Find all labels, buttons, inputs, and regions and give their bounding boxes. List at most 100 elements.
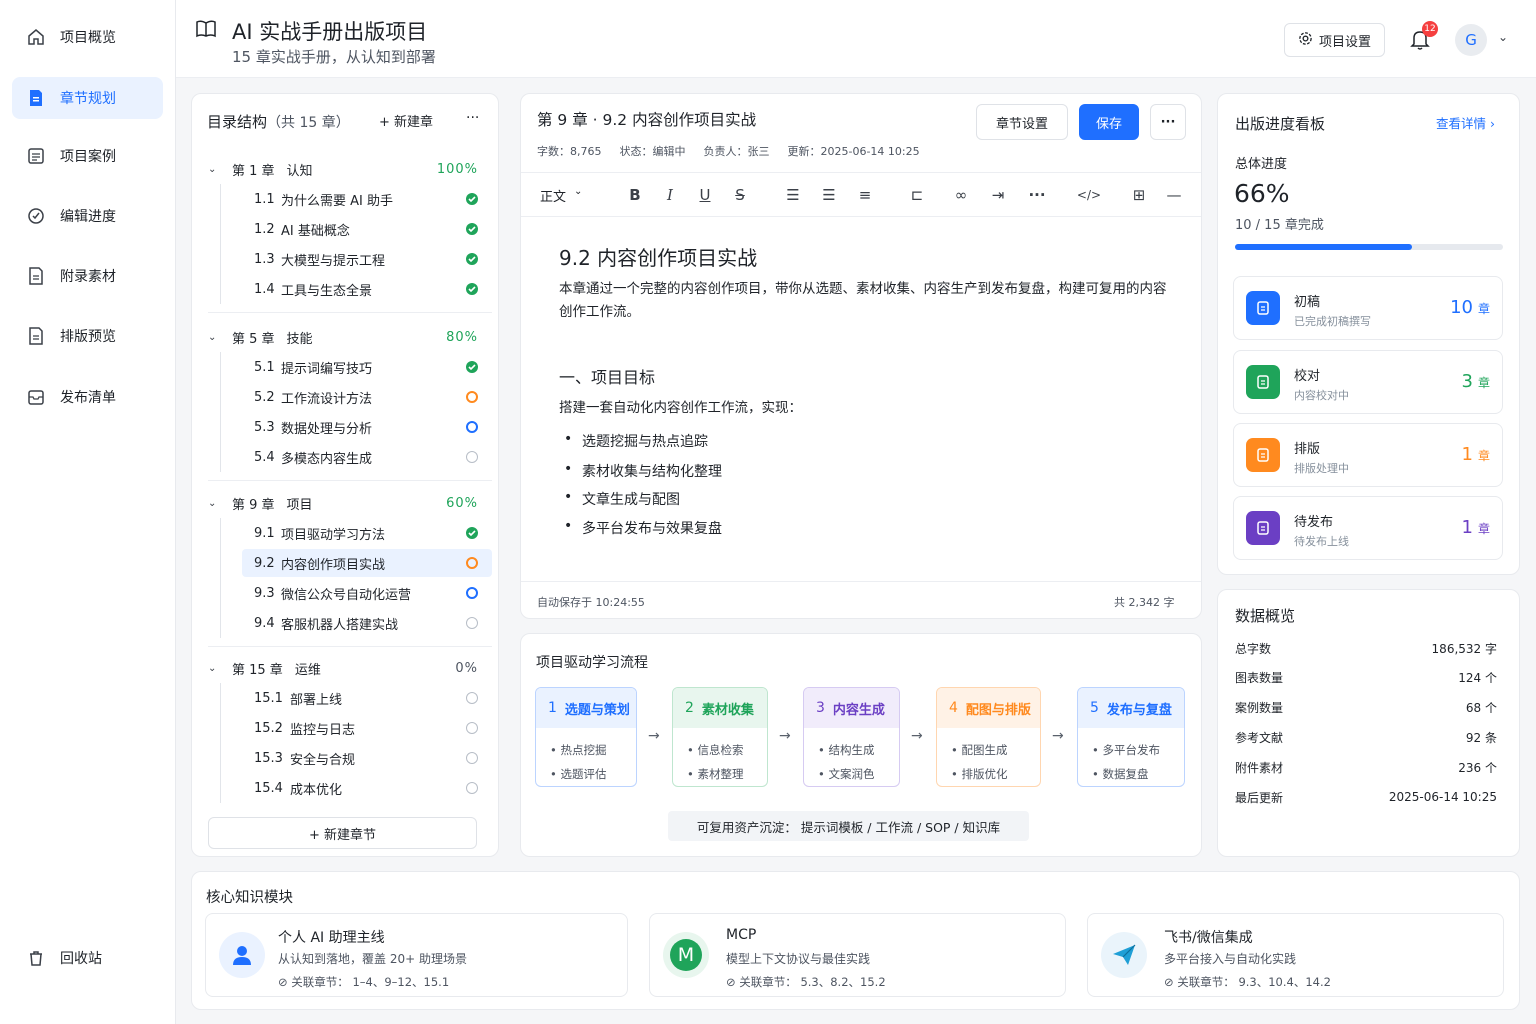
content-intro[interactable]: 本章通过一个完整的内容创作项目，带你从选题、素材收集、内容生产到发布复盘，构建可…	[559, 278, 1169, 324]
section-row[interactable]: 5.4 多模态内容生成	[242, 443, 492, 471]
flow-step[interactable]: 5 发布与复盘 • 多平台发布 • 数据复盘	[1077, 687, 1185, 787]
underline-icon[interactable]: U	[696, 186, 714, 204]
module-card[interactable]: M MCP 模型上下文协议与最佳实践 ⊘ 关联章节： 5.3、8.2、15.2	[649, 913, 1066, 997]
meta-owner: 负责人：张三	[703, 145, 770, 158]
sidebar-item-overview[interactable]: 项目概览	[12, 16, 163, 58]
stat-card[interactable]: 待发布 待发布上线 1 章	[1233, 496, 1503, 560]
content-heading-2[interactable]: 一、项目目标	[559, 364, 655, 388]
chapter-row[interactable]: ⌄ 第 5 章技能 80%	[200, 322, 500, 352]
section-row[interactable]: 5.2 工作流设计方法	[242, 383, 492, 411]
chapter-row[interactable]: ⌄ 第 1 章认知 100%	[200, 154, 500, 184]
content-bullet[interactable]: 选题挖掘与热点追踪	[564, 431, 708, 451]
inbox-icon	[26, 387, 46, 407]
chevron-down-icon: ⌄	[574, 186, 583, 197]
flow-step-name: 内容生成	[832, 702, 885, 718]
flow-step[interactable]: 2 素材收集 • 信息检索 • 素材整理	[672, 687, 768, 787]
project-settings-button[interactable]: 项目设置	[1284, 23, 1385, 57]
italic-icon[interactable]: I	[661, 186, 679, 204]
chapter-row[interactable]: ⌄ 第 9 章项目 60%	[200, 488, 500, 518]
code-icon[interactable]: </>	[1077, 186, 1101, 204]
module-card[interactable]: 飞书/微信集成 多平台接入与自动化实践 ⊘ 关联章节： 9.3、10.4、14.…	[1087, 913, 1504, 997]
editor-more-button[interactable]: ···	[1150, 104, 1186, 140]
section-number: 9.3	[254, 585, 275, 601]
view-details-link[interactable]: 查看详情 ›	[1436, 113, 1495, 132]
section-row[interactable]: 9.4 客服机器人搭建实战	[242, 609, 492, 637]
save-button[interactable]: 保存	[1079, 104, 1139, 140]
chevron-down-icon[interactable]: ⌄	[208, 498, 218, 509]
chevron-down-icon[interactable]: ⌄	[208, 663, 218, 674]
sidebar-item-publish[interactable]: 发布清单	[12, 376, 163, 418]
section-row[interactable]: 1.4 工具与生态全景	[242, 275, 492, 303]
overview-value: 2025-06-14 10:25	[1388, 790, 1497, 804]
bullet-list-icon[interactable]: ☰	[784, 186, 802, 204]
stat-card[interactable]: 初稿 已完成初稿撰写 10 章	[1233, 276, 1503, 340]
sidebar-item-chapters[interactable]: 章节规划	[12, 77, 163, 119]
section-row[interactable]: 15.3 安全与合规	[242, 744, 492, 772]
notification-button[interactable]: 12	[1410, 21, 1438, 55]
file-icon	[26, 266, 46, 286]
section-name: 为什么需要 AI 助手	[281, 193, 393, 209]
module-card[interactable]: 个人 AI 助理主线 从认知到落地，覆盖 20+ 助理场景 ⊘ 关联章节： 1–…	[205, 913, 628, 997]
stat-name: 校对	[1294, 369, 1321, 384]
avatar[interactable]: G	[1455, 24, 1487, 56]
section-name: 微信公众号自动化运营	[281, 587, 412, 603]
new-section-button[interactable]: + 新建章节	[208, 817, 477, 849]
chevron-down-icon[interactable]: ⌄	[1498, 30, 1508, 44]
sidebar-item-progress[interactable]: 编辑进度	[12, 195, 163, 237]
stat-count: 1章	[1462, 444, 1490, 465]
section-row[interactable]: 5.1 提示词编写技巧	[242, 353, 492, 381]
section-number: 9.1	[254, 525, 275, 541]
stat-desc: 已完成初稿撰写	[1294, 315, 1371, 328]
flow-step-item: • 素材整理	[687, 767, 744, 781]
flow-step[interactable]: 4 配图与排版 • 配图生成 • 排版优化	[936, 687, 1041, 787]
sidebar-item-cases[interactable]: 项目案例	[12, 135, 163, 177]
check-circle-icon	[466, 253, 478, 265]
section-row[interactable]: 15.2 监控与日志	[242, 714, 492, 742]
content-bullet[interactable]: 多平台发布与效果复盘	[564, 518, 722, 538]
link-icon[interactable]: ∞	[952, 186, 970, 204]
section-row[interactable]: 1.2 AI 基础概念	[242, 215, 492, 243]
flow-step[interactable]: 1 选题与策划 • 热点挖掘 • 选题评估	[535, 687, 637, 787]
table-icon[interactable]: ⊞	[1130, 186, 1148, 204]
overview-title: 数据概览	[1235, 607, 1296, 625]
stat-card[interactable]: 校对 内容校对中 3 章	[1233, 350, 1503, 414]
chevron-down-icon[interactable]: ⌄	[208, 164, 218, 175]
content-paragraph[interactable]: 搭建一套自动化内容创作工作流，实现：	[559, 396, 802, 416]
chevron-down-icon[interactable]: ⌄	[208, 332, 218, 343]
sidebar-item-preview[interactable]: 排版预览	[12, 315, 163, 357]
horizontal-rule-icon[interactable]: —	[1165, 186, 1183, 204]
section-name: 监控与日志	[290, 722, 356, 738]
indent-icon[interactable]: ⊏	[908, 186, 926, 204]
section-row[interactable]: 9.2 内容创作项目实战	[242, 549, 492, 577]
section-row[interactable]: 15.1 部署上线	[242, 684, 492, 712]
section-row[interactable]: 15.4 成本优化	[242, 774, 492, 802]
more-tools-icon[interactable]: ···	[1028, 186, 1046, 204]
stat-desc: 排版处理中	[1294, 462, 1349, 475]
status-circle-icon	[466, 587, 478, 599]
section-name: 多模态内容生成	[281, 451, 373, 467]
content-bullet[interactable]: 素材收集与结构化整理	[564, 461, 722, 481]
quote-icon[interactable]: ⇥	[989, 186, 1007, 204]
content-bullet[interactable]: 文章生成与配图	[564, 489, 680, 509]
stat-card[interactable]: 排版 排版处理中 1 章	[1233, 423, 1503, 487]
section-row[interactable]: 5.3 数据处理与分析	[242, 413, 492, 441]
divider	[521, 172, 1201, 173]
section-row[interactable]: 9.1 项目驱动学习方法	[242, 519, 492, 547]
numbered-list-icon[interactable]: ☰	[820, 186, 838, 204]
bold-icon[interactable]: B	[626, 186, 644, 204]
section-row[interactable]: 1.3 大模型与提示工程	[242, 245, 492, 273]
align-icon[interactable]: ≡	[856, 186, 874, 204]
sidebar-item-appendix[interactable]: 附录素材	[12, 255, 163, 297]
sidebar-item-recycle[interactable]: 回收站	[12, 937, 163, 979]
section-number: 5.2	[254, 389, 275, 405]
section-row[interactable]: 9.3 微信公众号自动化运营	[242, 579, 492, 607]
content-heading-1[interactable]: 9.2 内容创作项目实战	[559, 242, 757, 271]
flow-step[interactable]: 3 内容生成 • 结构生成 • 文案润色	[803, 687, 900, 787]
chapter-settings-button[interactable]: 章节设置	[976, 104, 1068, 140]
total-progress-label: 总体进度	[1235, 157, 1288, 172]
section-row[interactable]: 1.1 为什么需要 AI 助手	[242, 185, 492, 213]
chapter-row[interactable]: ⌄ 第 15 章运维 0%	[200, 653, 500, 683]
overview-key: 参考文献	[1235, 730, 1284, 745]
format-select[interactable]: 正文 ⌄	[540, 186, 582, 205]
strikethrough-icon[interactable]: S	[731, 186, 749, 204]
